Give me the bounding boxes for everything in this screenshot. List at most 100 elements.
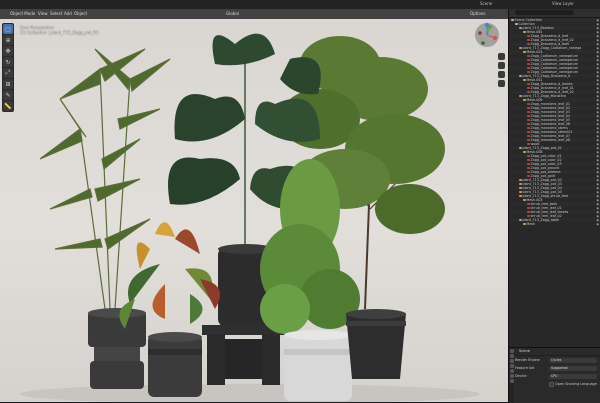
object-type-icon	[527, 90, 530, 94]
device-label: Device	[515, 374, 527, 378]
object-type-icon	[527, 62, 530, 66]
object-type-icon	[527, 42, 530, 46]
object-type-icon	[527, 66, 530, 70]
object-type-icon	[527, 162, 530, 166]
object-type-icon	[519, 26, 522, 30]
object-type-icon	[527, 82, 530, 86]
osl-checkbox[interactable]	[549, 381, 554, 387]
object-type-icon	[527, 174, 530, 178]
outliner-header	[509, 9, 600, 18]
side-table	[202, 325, 286, 385]
object-type-icon	[523, 150, 526, 154]
properties-panel: Scene Render Engine Cycles Feature Set S…	[508, 347, 600, 403]
outliner-panel: Scene Collection ◉ Collection ◉ plant_713_Ba…	[508, 9, 600, 347]
menu-view[interactable]: View	[38, 11, 48, 16]
object-type-icon	[519, 74, 522, 78]
object-type-icon	[527, 106, 530, 110]
object-type-icon	[527, 206, 530, 210]
camera-icon[interactable]	[498, 71, 505, 78]
object-mode-dropdown[interactable]: Object Mode	[10, 11, 35, 16]
menu-object[interactable]: Object	[74, 11, 87, 16]
transform-tool[interactable]: ⊞	[3, 79, 13, 89]
3d-viewport[interactable]: Object Mode View Select Add Object Globa…	[0, 9, 508, 402]
options-button[interactable]: Options	[470, 11, 485, 16]
object-type-icon	[523, 78, 526, 82]
outliner-search-input[interactable]	[515, 10, 574, 15]
transform-orientation[interactable]: Global	[226, 11, 239, 16]
object-type-icon	[527, 86, 530, 90]
object-type-icon	[527, 142, 530, 146]
render-engine-select[interactable]: Cycles	[549, 358, 597, 363]
measure-tool[interactable]: 📏	[3, 101, 13, 111]
osl-label: Open Shading Language	[555, 382, 597, 386]
rotate-tool[interactable]: ↻	[3, 57, 13, 67]
object-type-icon	[527, 170, 530, 174]
menu-select[interactable]: Select	[50, 11, 62, 16]
object-type-icon	[527, 134, 530, 138]
tool-shelf: ▢ ⊕ ✥ ↻ ⤢ ⊞ ✎ 📏	[2, 23, 14, 112]
object-type-icon	[511, 18, 514, 22]
object-type-icon	[527, 54, 530, 58]
object-type-icon	[527, 118, 530, 122]
visibility-eye-icon[interactable]: ◉	[596, 222, 599, 226]
select-box-tool[interactable]: ▢	[3, 24, 13, 34]
object-type-icon	[519, 218, 522, 222]
annotate-tool[interactable]: ✎	[3, 90, 13, 100]
object-type-icon	[527, 158, 530, 162]
object-type-icon	[515, 22, 518, 26]
object-type-icon	[527, 166, 530, 170]
object-type-icon	[527, 102, 530, 106]
object-type-icon	[523, 50, 526, 54]
navigation-gizmo[interactable]	[474, 22, 500, 48]
tab-tool[interactable]	[509, 349, 514, 353]
render-engine-label: Render Engine	[515, 358, 540, 362]
object-type-icon	[527, 110, 530, 114]
pot-white	[284, 330, 352, 401]
pan-icon[interactable]	[498, 62, 505, 69]
outliner-tree: Scene Collection ◉ Collection ◉ plant_713_Ba…	[509, 18, 600, 226]
feature-set-label: Feature Set	[515, 366, 535, 370]
object-type-icon	[527, 114, 530, 118]
object-type-icon	[519, 94, 522, 98]
object-type-icon	[527, 154, 530, 158]
object-type-icon	[527, 58, 530, 62]
object-type-icon	[527, 130, 530, 134]
object-type-icon	[519, 186, 522, 190]
cursor-tool[interactable]: ⊕	[3, 35, 13, 45]
feature-set-row: Feature Set Supported	[509, 364, 600, 372]
zoom-icon[interactable]	[498, 53, 505, 60]
outliner-item-label: Mesh	[526, 222, 536, 226]
object-type-icon	[527, 202, 530, 206]
overlay-line: (1) Collection | plant_713_Zagg_pot_03	[20, 30, 99, 35]
object-type-icon	[519, 146, 522, 150]
object-type-icon	[519, 46, 522, 50]
device-select[interactable]: CPU	[549, 374, 597, 379]
object-type-icon	[523, 222, 526, 226]
scale-tool[interactable]: ⤢	[3, 68, 13, 78]
object-type-icon	[519, 194, 522, 198]
object-type-icon	[527, 38, 530, 42]
viewport-render	[20, 33, 480, 402]
device-row: Device CPU	[509, 372, 600, 380]
object-type-icon	[527, 34, 530, 38]
feature-set-select[interactable]: Supported	[549, 366, 597, 371]
pot-croton	[148, 332, 202, 397]
outliner-item[interactable]: Mesh ◉	[509, 222, 600, 226]
viewport-overlay-text: User Perspective (1) Collection | plant_…	[20, 25, 98, 35]
object-type-icon	[523, 30, 526, 34]
object-type-icon	[527, 122, 530, 126]
menu-add[interactable]: Add	[64, 11, 72, 16]
object-type-icon	[527, 70, 530, 74]
object-type-icon	[527, 126, 530, 130]
object-type-icon	[527, 210, 530, 214]
move-tool[interactable]: ✥	[3, 46, 13, 56]
view-layer-label[interactable]: View Layer	[552, 1, 574, 6]
object-type-icon	[519, 182, 522, 186]
scene-label[interactable]: Scene	[480, 1, 492, 6]
pot-left	[88, 308, 146, 389]
object-type-icon	[523, 98, 526, 102]
object-type-icon	[523, 198, 526, 202]
grid-icon[interactable]	[498, 80, 505, 87]
viewport-nav-buttons	[498, 53, 506, 89]
object-type-icon	[527, 214, 530, 218]
